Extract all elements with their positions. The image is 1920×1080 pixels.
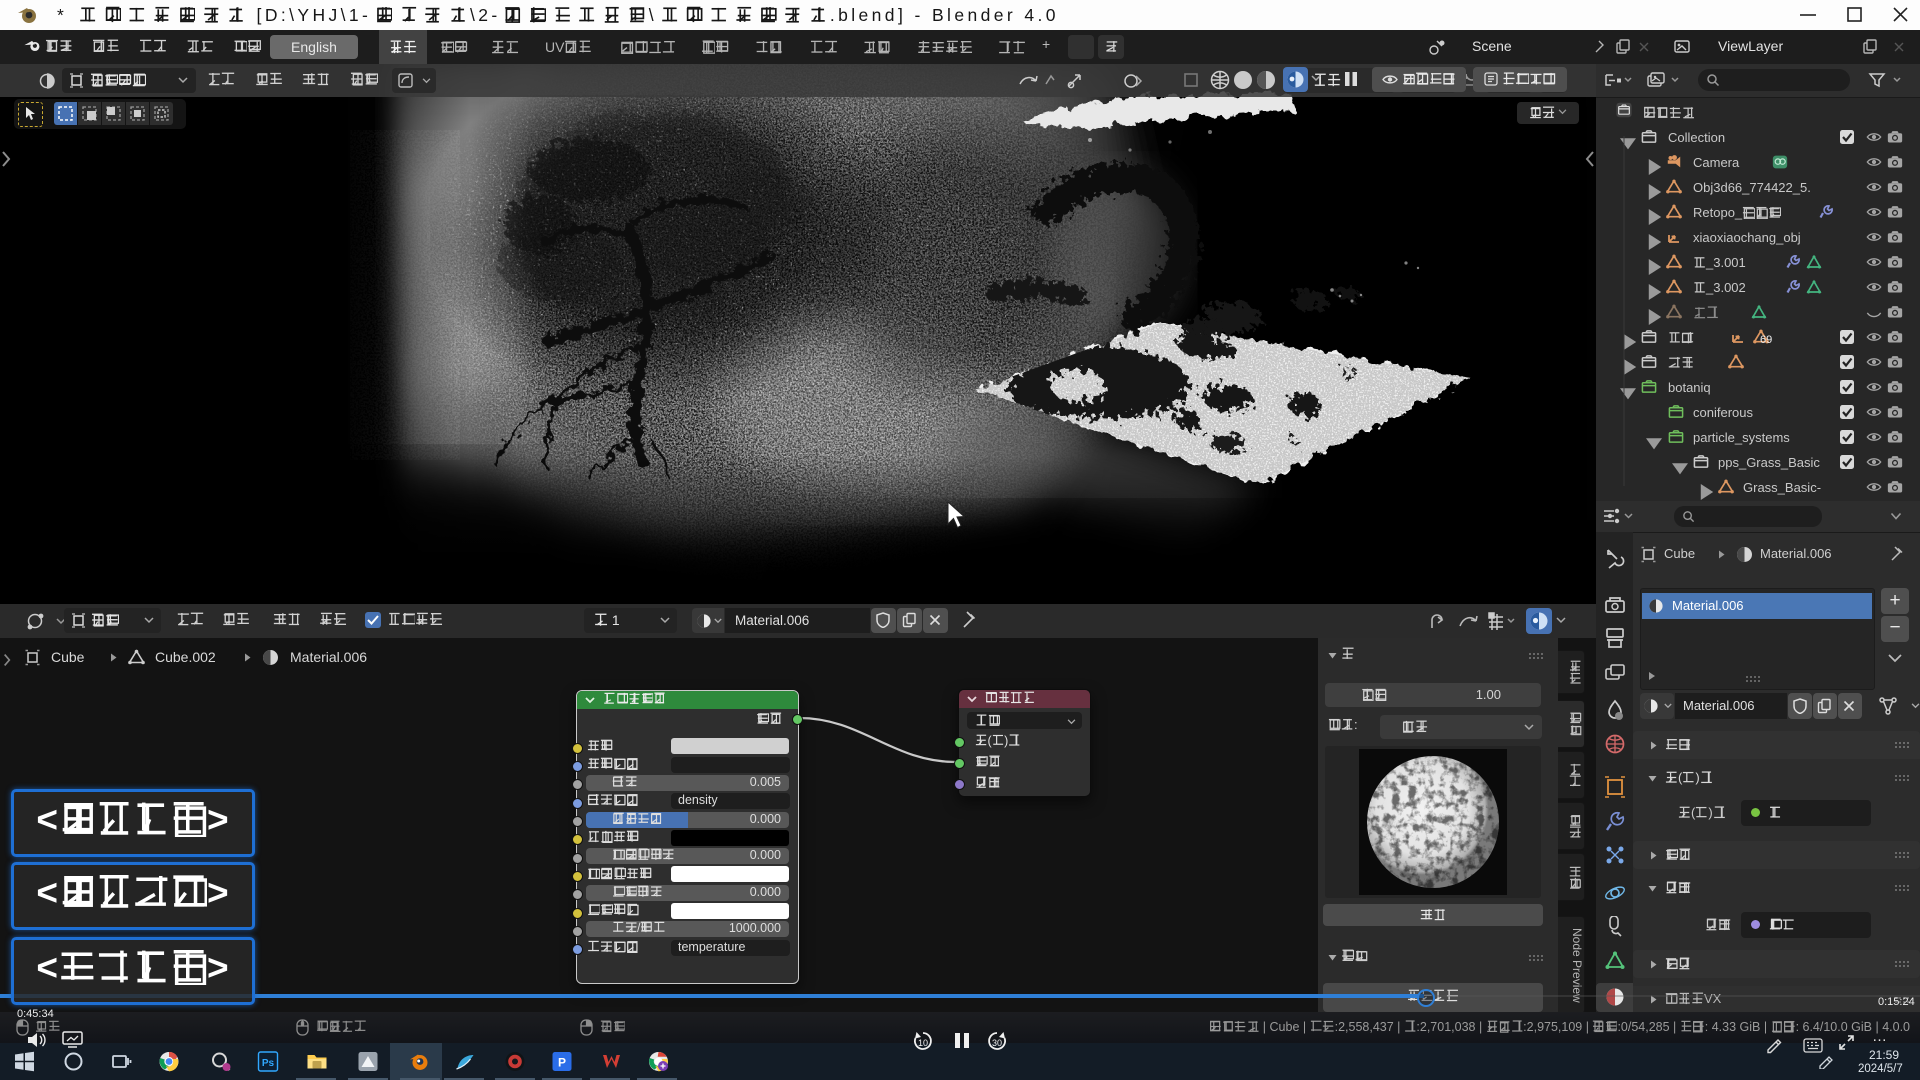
svg-text:10: 10 [918, 1038, 928, 1048]
svg-text:P: P [558, 1056, 566, 1070]
svg-text:Ps: Ps [262, 1058, 275, 1069]
svg-text:30: 30 [992, 1038, 1002, 1048]
